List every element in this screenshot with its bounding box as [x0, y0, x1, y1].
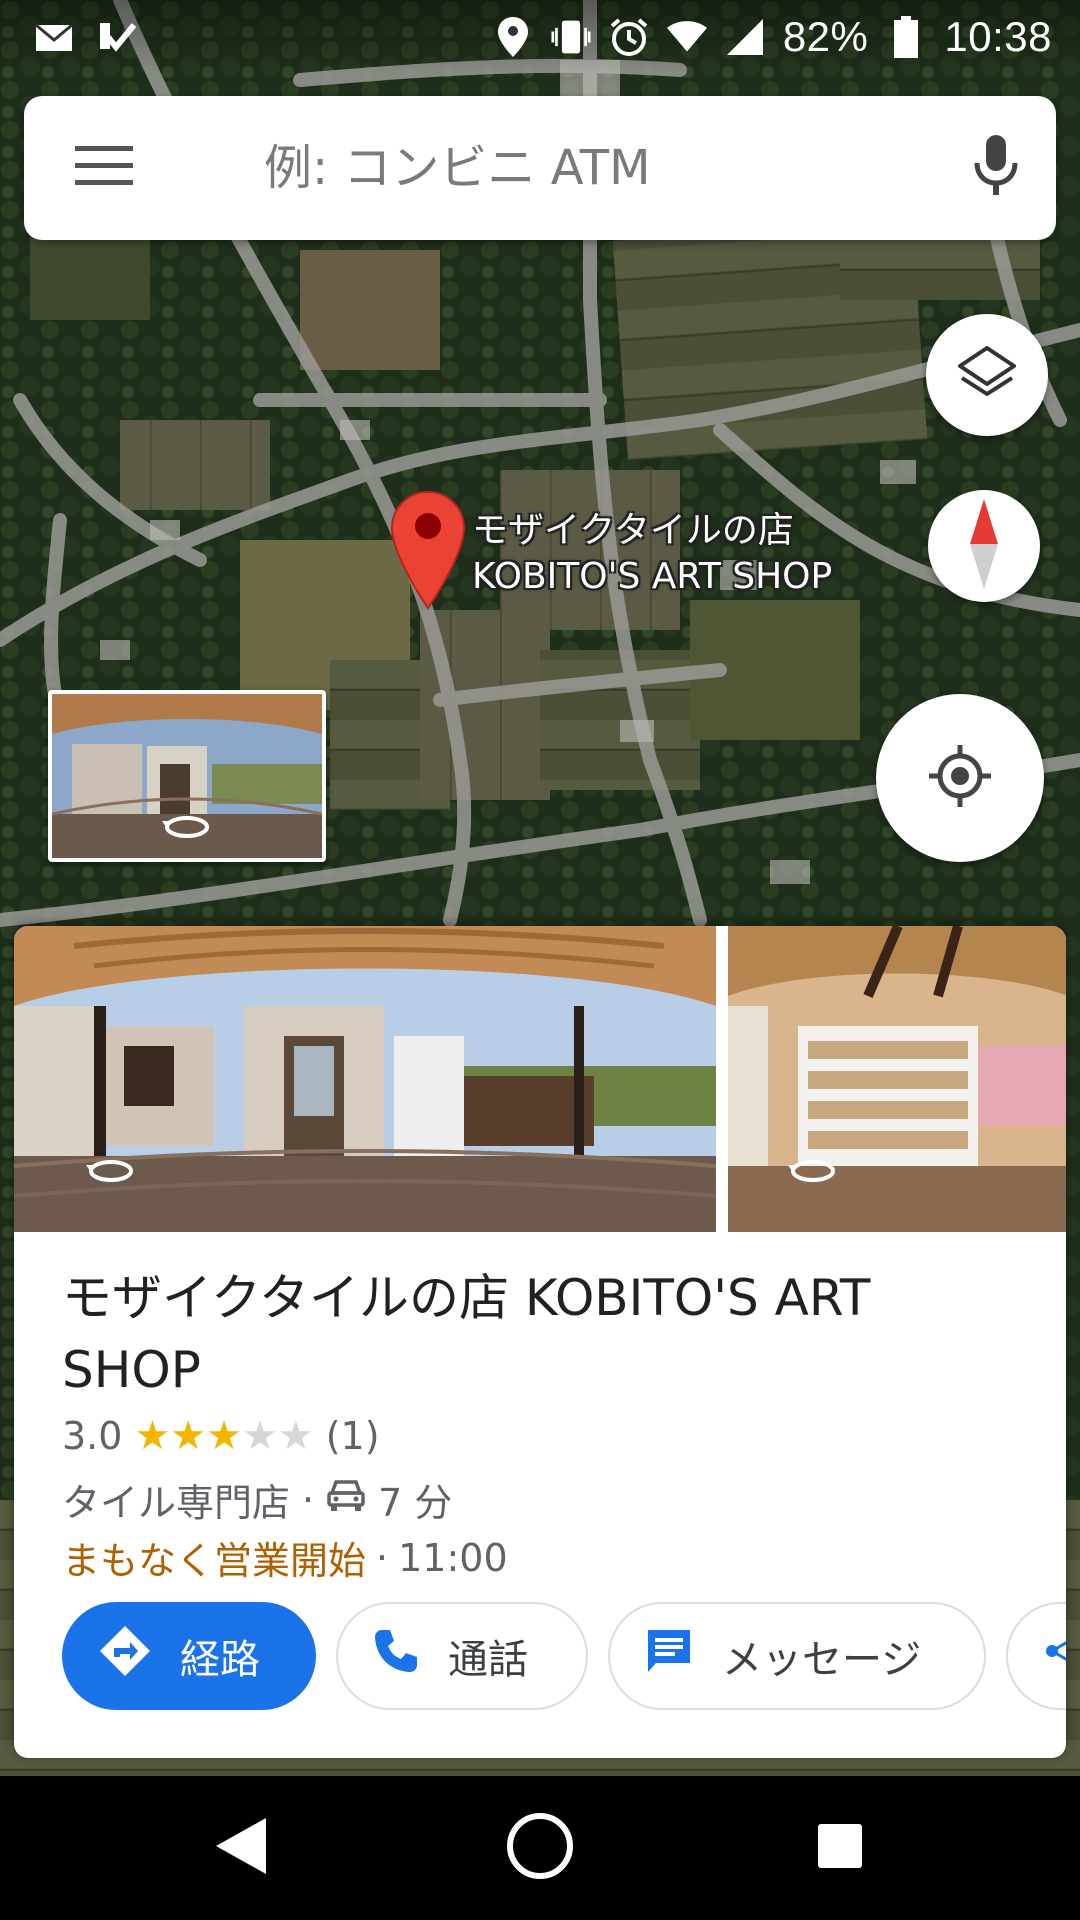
home-button[interactable] — [500, 1808, 580, 1888]
place-category: タイル専門店 — [62, 1481, 291, 1525]
recents-icon — [816, 1822, 864, 1874]
place-pin-icon[interactable] — [390, 490, 466, 610]
menu-button[interactable] — [24, 96, 184, 240]
my-location-button[interactable] — [876, 694, 1044, 862]
photo-strip[interactable] — [14, 926, 1066, 1232]
rating-row[interactable]: 3.0 ★ ★ ★ ★ ★ (1) — [62, 1414, 380, 1458]
phone-icon — [372, 1627, 420, 1685]
rating-value: 3.0 — [62, 1414, 123, 1458]
compass-icon — [964, 499, 1004, 593]
call-label: 通話 — [448, 1637, 528, 1683]
car-icon — [326, 1478, 366, 1522]
location-icon — [493, 17, 533, 57]
status-bar: 82% 10:38 — [0, 0, 1080, 74]
message-icon — [644, 1627, 694, 1685]
recents-button[interactable] — [800, 1808, 880, 1888]
share-icon — [1042, 1629, 1066, 1683]
message-button[interactable]: メッセージ — [608, 1602, 986, 1710]
layers-icon — [958, 346, 1016, 404]
search-bar — [24, 96, 1056, 240]
star-icon: ★ — [170, 1413, 207, 1459]
photo-panorama-interior[interactable] — [728, 926, 1066, 1232]
layers-button[interactable] — [926, 314, 1048, 436]
search-input[interactable] — [184, 96, 936, 240]
compass-button[interactable] — [928, 490, 1040, 602]
call-button[interactable]: 通話 — [336, 1602, 588, 1710]
street-view-thumbnail[interactable] — [48, 690, 326, 862]
photo-panorama-exterior[interactable] — [14, 926, 716, 1232]
back-icon — [212, 1816, 268, 1880]
vibrate-icon — [551, 17, 591, 57]
star-icon: ★ — [206, 1413, 243, 1459]
panorama-rotate-icon — [788, 1156, 838, 1186]
mail-notification-icon — [34, 17, 74, 57]
pin-label[interactable]: モザイクタイルの店 KOBITO'S ART SHOP — [472, 508, 832, 600]
battery-percent: 82% — [782, 13, 869, 60]
panorama-rotate-icon — [86, 1156, 136, 1186]
panorama-rotate-icon — [162, 812, 212, 846]
opening-time: 11:00 — [398, 1535, 508, 1580]
microphone-icon — [973, 135, 1019, 201]
wifi-icon — [666, 17, 707, 57]
directions-icon — [98, 1624, 152, 1688]
share-button[interactable] — [1006, 1602, 1066, 1710]
directions-button[interactable]: 経路 — [62, 1602, 316, 1710]
hours-row[interactable]: まもなく営業開始 · 11:00 — [62, 1530, 508, 1585]
star-empty-icon: ★ — [277, 1413, 314, 1459]
drive-time: 7 分 — [378, 1481, 453, 1525]
message-label: メッセージ — [722, 1637, 922, 1683]
home-icon — [505, 1811, 575, 1885]
signal-icon — [725, 17, 765, 57]
hamburger-menu-icon — [75, 146, 133, 190]
star-empty-icon: ★ — [242, 1413, 278, 1459]
voice-search-button[interactable] — [936, 96, 1056, 240]
separator: · — [376, 1535, 389, 1580]
back-button[interactable] — [200, 1808, 280, 1888]
hours-status: まもなく営業開始 — [62, 1539, 367, 1583]
battery-icon — [886, 16, 926, 58]
star-icon: ★ — [134, 1413, 171, 1459]
action-buttons: 経路 通話 メッセージ — [62, 1602, 1066, 1710]
place-details-sheet[interactable]: モザイクタイルの店 KOBITO'S ART SHOP 3.0 ★ ★ ★ ★ … — [14, 926, 1066, 1758]
clock: 10:38 — [944, 13, 1052, 60]
pin-label-line2: KOBITO'S ART SHOP — [472, 556, 833, 597]
category-row: タイル専門店 · 7 分 — [62, 1472, 452, 1527]
review-count: (1) — [325, 1414, 380, 1458]
alarm-icon — [609, 17, 649, 57]
place-title[interactable]: モザイクタイルの店 KOBITO'S ART SHOP — [62, 1262, 1022, 1406]
system-navigation-bar — [0, 1776, 1080, 1920]
my-location-icon — [927, 743, 993, 813]
pin-label-line1: モザイクタイルの店 — [472, 510, 794, 551]
task-check-icon — [96, 17, 136, 57]
rating-stars: ★ ★ ★ ★ ★ — [134, 1416, 313, 1456]
separator: · — [302, 1477, 315, 1522]
directions-label: 経路 — [180, 1637, 260, 1683]
